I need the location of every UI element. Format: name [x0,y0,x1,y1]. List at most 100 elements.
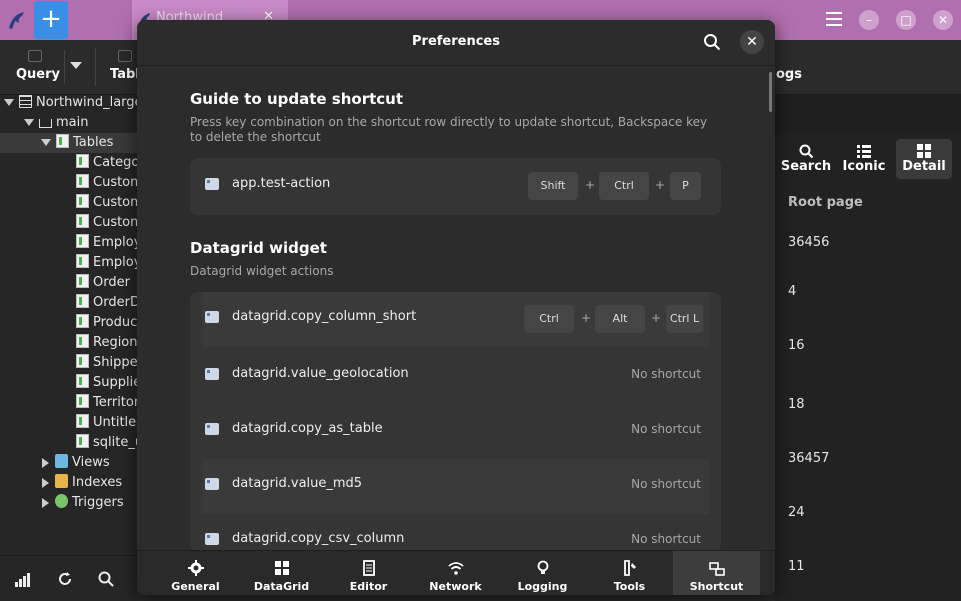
tree-table-item[interactable]: Region [76,333,137,353]
tree-group-indexes[interactable]: Indexes [42,473,122,493]
query-dropdown-chevron-down-icon[interactable] [64,50,86,84]
tree-table-item[interactable]: Custom [76,193,137,213]
plus-separator: + [585,178,596,192]
table-icon [76,214,89,228]
sidebar-footer [0,555,137,601]
key-cap: Shift [528,172,578,200]
logs-button[interactable]: ogs [776,67,802,82]
dialog-title: Preferences [412,34,500,49]
home-icon [39,119,52,128]
hamburger-menu-icon[interactable] [826,12,842,26]
action-icon [205,478,219,490]
datagrid-section-description: Datagrid widget actions [190,264,334,278]
shortcut-row[interactable]: datagrid.value_md5 No shortcut [202,459,709,514]
search-icon[interactable] [703,33,721,51]
tree-table-item[interactable]: Employe [76,233,137,253]
preferences-tab-bar: General DataGrid Editor Network Logging … [137,550,775,595]
key-cap: P [670,172,701,200]
query-button[interactable]: Query [16,67,60,82]
tab-logging[interactable]: Logging [499,551,586,595]
tab-tools[interactable]: Tools [586,551,673,595]
search-icon[interactable] [97,570,115,588]
table-icon [76,334,89,348]
plus-separator: + [651,311,662,325]
shortcut-action-label: datagrid.copy_column_short [232,309,417,324]
action-icon [205,311,219,323]
signal-bars-icon[interactable] [14,570,32,588]
action-icon [205,423,219,435]
shortcut-action-label: app.test-action [232,176,331,191]
app-logo-icon [9,12,24,29]
toolbar-divider [95,48,96,86]
table-icon [76,154,89,168]
tree-table-item[interactable]: sqlite_u [76,433,137,453]
list-icon [857,145,871,158]
tree-table-item[interactable]: Territory [76,393,137,413]
new-tab-button[interactable]: + [34,1,68,39]
tree-tables-group[interactable]: Tables [0,133,137,153]
plus-separator: + [655,178,666,192]
no-shortcut-text: No shortcut [631,367,701,381]
expand-chevron-icon[interactable] [42,497,49,508]
shortcut-row[interactable]: datagrid.value_geolocation No shortcut [202,349,709,404]
table-icon [76,314,89,328]
tree-table-item[interactable]: Custom [76,173,137,193]
expand-chevron-icon[interactable] [4,99,14,106]
tree-group-views[interactable]: Views [42,453,110,473]
query-icon [28,50,42,62]
grid-icon [917,144,931,158]
close-window-button[interactable]: ✕ [933,10,953,30]
tree-table-item[interactable]: Categor [76,153,137,173]
tree-group-triggers[interactable]: Triggers [42,493,124,513]
tree-table-item[interactable]: Product [76,313,137,333]
expand-chevron-icon[interactable] [24,119,34,126]
tab-shortcut[interactable]: Shortcut [673,551,760,595]
refresh-icon[interactable] [56,570,74,588]
view-search-button[interactable]: Search [775,139,837,179]
table-icon [76,434,89,448]
expand-chevron-icon[interactable] [42,457,49,468]
expand-chevron-icon[interactable] [42,477,49,488]
shortcut-action-label: datagrid.value_md5 [232,476,363,491]
tab-datagrid[interactable]: DataGrid [238,551,325,595]
tab-editor[interactable]: Editor [325,551,412,595]
dialog-header: Preferences ✕ [137,20,775,66]
tree-table-item[interactable]: OrderDe [76,293,137,313]
shortcut-row[interactable]: datagrid.copy_csv_column No shortcut [202,514,709,552]
view-iconic-button[interactable]: Iconic [833,139,895,179]
key-cap: Alt [595,305,645,333]
tab-network[interactable]: Network [412,551,499,595]
tree-table-item[interactable]: Custom [76,213,137,233]
datagrid-section-title: Datagrid widget [190,239,327,257]
root-page-value: 4 [788,284,797,299]
shortcut-row[interactable]: datagrid.copy_column_short Ctrl + Alt + … [202,292,709,347]
tree-table-item[interactable]: Untitled [76,413,137,433]
tools-icon [623,560,636,576]
view-detail-button[interactable]: Detail [896,139,952,179]
shortcut-row[interactable]: app.test-action Shift + Ctrl + P [202,159,709,214]
tree-root[interactable]: Northwind_large. [4,95,137,113]
minimize-button[interactable]: – [859,10,879,30]
shortcut-row[interactable]: datagrid.copy_as_table No shortcut [202,404,709,459]
dialog-close-button[interactable]: ✕ [740,30,764,54]
table-icon [76,414,89,428]
no-shortcut-text: No shortcut [631,422,701,436]
datagrid-card: datagrid.copy_column_short Ctrl + Alt + … [190,292,721,552]
tree-table-item[interactable]: Supplier [76,373,137,393]
tree-table-item[interactable]: Order [76,273,130,293]
database-tree: Northwind_large. main Tables Categor Cus… [0,95,137,555]
table-icon [118,50,132,62]
tree-schema-main[interactable]: main [24,113,88,133]
grid-icon [274,561,289,575]
expand-chevron-icon[interactable] [41,139,51,146]
root-page-value: 24 [788,505,805,520]
scrollbar-thumb[interactable] [769,72,772,112]
maximize-button[interactable]: □ [896,10,916,30]
tree-table-item[interactable]: Employe [76,253,137,273]
tree-table-item[interactable]: Shipper [76,353,137,373]
table-icon [76,294,89,308]
tab-general[interactable]: General [152,551,239,595]
no-shortcut-text: No shortcut [631,532,701,546]
table-icon [76,374,89,388]
no-shortcut-text: No shortcut [631,477,701,491]
